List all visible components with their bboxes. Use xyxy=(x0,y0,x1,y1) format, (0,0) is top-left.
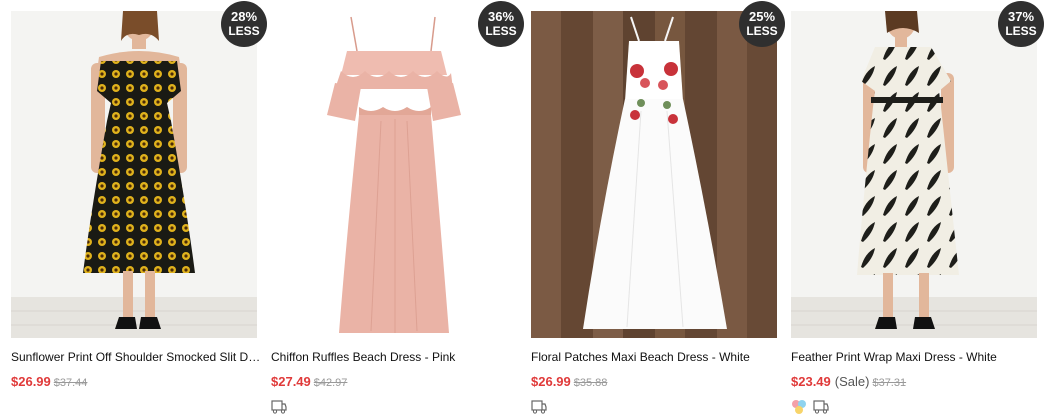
product-icons xyxy=(271,399,287,415)
sale-label: (Sale) xyxy=(834,374,870,389)
dress-photo-sunflower xyxy=(11,11,257,338)
dress-photo-pink-chiffon xyxy=(271,11,517,338)
sale-price: $27.49 xyxy=(271,374,311,389)
discount-less-label: LESS xyxy=(1005,24,1037,38)
product-card[interactable]: 36% LESS Chiffon Ruffles Beach Dress - P… xyxy=(271,0,524,418)
product-image[interactable] xyxy=(271,11,517,338)
product-title[interactable]: Floral Patches Maxi Beach Dress - White xyxy=(531,349,783,365)
truck-icon xyxy=(813,400,829,414)
product-icons xyxy=(791,399,829,415)
original-price: $42.97 xyxy=(313,377,348,389)
color-swatch-icon[interactable] xyxy=(791,399,807,415)
discount-less-label: LESS xyxy=(228,24,260,38)
truck-icon xyxy=(531,400,547,414)
discount-less-label: LESS xyxy=(746,24,778,38)
product-card[interactable]: 28% LESS Sunflower Print Off Shoulder Sm… xyxy=(11,0,267,418)
price-row: $26.99 $37.44 xyxy=(11,374,87,391)
product-title[interactable]: Sunflower Print Off Shoulder Smocked Sli… xyxy=(11,349,263,365)
discount-badge: 28% LESS xyxy=(221,1,267,47)
sale-price: $26.99 xyxy=(11,374,51,389)
discount-percent: 28% xyxy=(230,9,258,24)
discount-badge: 37% LESS xyxy=(998,1,1044,47)
product-title[interactable]: Chiffon Ruffles Beach Dress - Pink xyxy=(271,349,523,365)
dress-photo-white-floral xyxy=(531,11,777,338)
discount-percent: 37% xyxy=(1007,9,1035,24)
product-image[interactable] xyxy=(531,11,777,338)
discount-badge: 25% LESS xyxy=(739,1,785,47)
discount-badge: 36% LESS xyxy=(478,1,524,47)
original-price: $35.88 xyxy=(573,377,608,389)
sale-price: $26.99 xyxy=(531,374,571,389)
discount-percent: 25% xyxy=(748,9,776,24)
product-card[interactable]: 37% LESS Feather Print Wrap Maxi Dress -… xyxy=(791,0,1044,418)
truck-icon xyxy=(271,400,287,414)
original-price: $37.44 xyxy=(53,377,88,389)
product-image[interactable] xyxy=(791,11,1037,338)
original-price: $37.31 xyxy=(872,377,907,389)
sale-price: $23.49 xyxy=(791,374,831,389)
dress-photo-feather-print xyxy=(791,11,1037,338)
price-row: $27.49 $42.97 xyxy=(271,374,347,391)
discount-less-label: LESS xyxy=(485,24,517,38)
price-row: $26.99 $35.88 xyxy=(531,374,607,391)
product-image[interactable] xyxy=(11,11,257,338)
product-icons xyxy=(531,399,547,415)
discount-percent: 36% xyxy=(487,9,515,24)
product-card[interactable]: 25% LESS Floral Patches Maxi Beach Dress… xyxy=(531,0,785,418)
product-title[interactable]: Feather Print Wrap Maxi Dress - White xyxy=(791,349,1043,365)
price-row: $23.49 (Sale) $37.31 xyxy=(791,374,906,391)
